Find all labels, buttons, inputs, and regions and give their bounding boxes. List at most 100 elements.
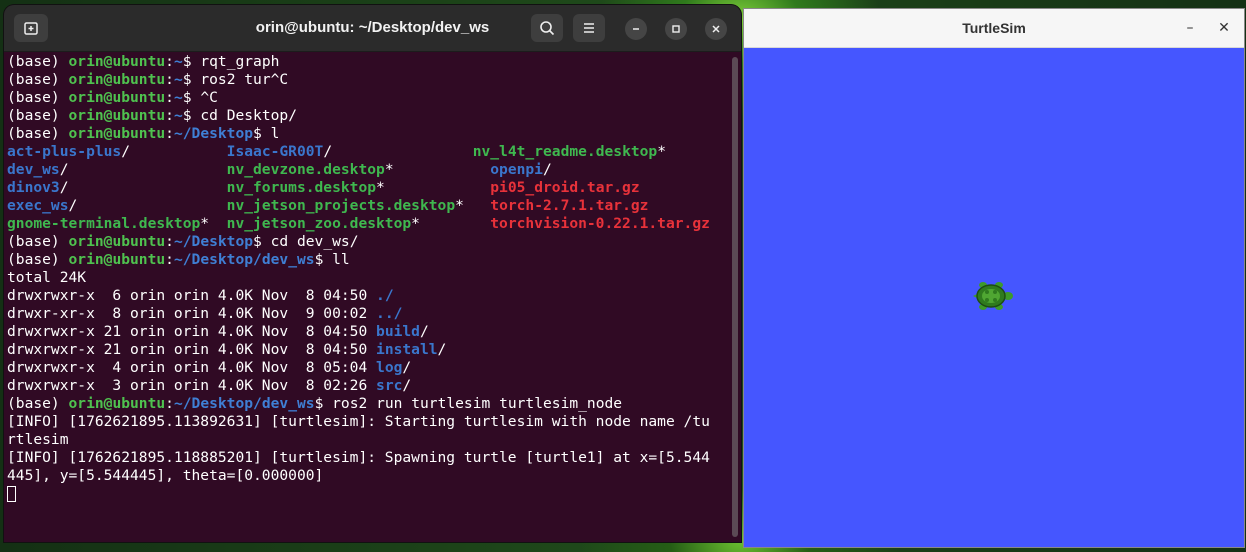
terminal-text: exec_ws [7, 197, 69, 214]
terminal-text: ~/Desktop [173, 125, 254, 142]
turtlesim-title: TurtleSim [962, 20, 1026, 36]
terminal-cursor [7, 486, 16, 502]
new-tab-button[interactable] [14, 14, 48, 42]
terminal-text: rtlesim [7, 431, 69, 448]
maximize-icon [672, 25, 680, 33]
terminal-text: * [384, 161, 491, 178]
terminal-text: Isaac-GR00T [226, 143, 324, 160]
terminal-text: / [402, 377, 412, 394]
terminal-text: dinov3 [7, 179, 60, 196]
terminal-text: orin@ubuntu [68, 71, 166, 88]
terminal-text: : [165, 89, 174, 106]
terminal-text: $ ros2 tur^C [182, 71, 289, 88]
terminal-prompt-line[interactable] [7, 485, 729, 503]
terminal-text: drwxrwxr-x 3 orin orin 4.0K Nov 8 02:26 [7, 377, 377, 394]
terminal-text: $ cd dev_ws/ [253, 233, 359, 250]
terminal-line: drwxrwxr-x 21 orin orin 4.0K Nov 8 04:50… [7, 323, 729, 341]
terminal-line: drwxrwxr-x 21 orin orin 4.0K Nov 8 04:50… [7, 341, 729, 359]
terminal-line: (base) orin@ubuntu:~$ ^C [7, 89, 729, 107]
terminal-text: orin@ubuntu [68, 251, 166, 268]
minimize-icon [633, 28, 639, 30]
terminal-text: ~ [173, 107, 183, 124]
terminal-text: openpi [490, 161, 543, 178]
terminal-text: build [376, 323, 420, 340]
terminal-line: (base) orin@ubuntu:~$ cd Desktop/ [7, 107, 729, 125]
terminal-text: / [121, 143, 227, 160]
terminal-text: orin@ubuntu [68, 107, 166, 124]
search-icon [540, 21, 555, 36]
turtlesim-header-bar[interactable]: TurtleSim – ✕ [744, 9, 1244, 48]
terminal-text: ~ [173, 53, 183, 70]
terminal-text: nv_forums.desktop [226, 179, 377, 196]
terminal-text: orin@ubuntu [68, 53, 166, 70]
terminal-text: ~ [173, 89, 183, 106]
terminal-output[interactable]: (base) orin@ubuntu:~$ rqt_graph (base) or… [7, 53, 729, 539]
terminal-text: (base) [7, 71, 69, 88]
terminal-line: (base) orin@ubuntu:~/Desktop$ cd dev_ws/ [7, 233, 729, 251]
terminal-text: [INFO] [1762621895.118885201] [turtlesim… [7, 449, 710, 466]
terminal-text: drwxrwxr-x 21 orin orin 4.0K Nov 8 04:50 [7, 323, 377, 340]
new-tab-icon [24, 22, 38, 35]
terminal-text: ../ [376, 305, 403, 322]
turtle-icon [973, 282, 1013, 310]
terminal-line: rtlesim [7, 431, 729, 449]
terminal-text: ~ [173, 71, 183, 88]
terminal-text: (base) [7, 125, 69, 142]
close-icon [712, 25, 720, 33]
minimize-button[interactable] [625, 18, 647, 40]
terminal-line: (base) orin@ubuntu:~$ rqt_graph [7, 53, 729, 71]
terminal-text: torchvision-0.22.1.tar.gz [490, 215, 710, 232]
terminal-text: / [437, 341, 447, 358]
terminal-text: : [165, 395, 174, 412]
terminal-text: (base) [7, 53, 69, 70]
terminal-text: orin@ubuntu [68, 125, 166, 142]
terminal-text: nv_jetson_zoo.desktop [226, 215, 412, 232]
terminal-text: torch-2.7.1.tar.gz [490, 197, 649, 214]
terminal-text: : [165, 233, 174, 250]
terminal-line: [INFO] [1762621895.118885201] [turtlesim… [7, 449, 729, 467]
terminal-text: total 24K [7, 269, 87, 286]
terminal-line: drwxrwxr-x 4 orin orin 4.0K Nov 8 05:04 … [7, 359, 729, 377]
terminal-text: : [165, 71, 174, 88]
terminal-line: total 24K [7, 269, 729, 287]
terminal-text: : [165, 125, 174, 142]
terminal-text: src [376, 377, 403, 394]
terminal-text: (base) [7, 107, 69, 124]
terminal-text: drwxr-xr-x 8 orin orin 4.0K Nov 9 00:02 [7, 305, 377, 322]
terminal-text: log [376, 359, 403, 376]
terminal-text: / [68, 197, 227, 214]
terminal-text: * [376, 179, 491, 196]
terminal-text: : [165, 107, 174, 124]
turtlesim-minimize-button[interactable]: – [1180, 18, 1200, 38]
hamburger-menu-icon [584, 23, 594, 33]
terminal-text: $ ll [314, 251, 350, 268]
terminal-text: $ ros2 run turtlesim turtlesim_node [314, 395, 623, 412]
terminal-text: (base) [7, 251, 69, 268]
terminal-text: nv_l4t_readme.desktop [472, 143, 658, 160]
search-button[interactable] [531, 14, 563, 42]
turtlesim-window[interactable]: TurtleSim – ✕ [744, 9, 1244, 547]
terminal-window[interactable]: orin@ubuntu: ~/Desktop/dev_ws (base) ori… [4, 5, 741, 542]
close-button[interactable] [705, 18, 727, 40]
terminal-text: ~/Desktop/dev_ws [173, 395, 315, 412]
terminal-text: / [419, 323, 429, 340]
terminal-header-bar[interactable]: orin@ubuntu: ~/Desktop/dev_ws [4, 5, 741, 52]
turtlesim-canvas [744, 48, 1244, 547]
terminal-line: [INFO] [1762621895.113892631] [turtlesim… [7, 413, 729, 431]
terminal-scrollbar[interactable] [732, 57, 738, 537]
terminal-text: : [165, 53, 174, 70]
maximize-button[interactable] [665, 18, 687, 40]
terminal-text: orin@ubuntu [68, 89, 166, 106]
terminal-text: drwxrwxr-x 6 orin orin 4.0K Nov 8 04:50 [7, 287, 377, 304]
terminal-text: (base) [7, 395, 69, 412]
terminal-line: gnome-terminal.desktop* nv_jetson_zoo.de… [7, 215, 729, 233]
terminal-line: act-plus-plus/ Isaac-GR00T/ nv_l4t_readm… [7, 143, 729, 161]
terminal-line: dev_ws/ nv_devzone.desktop* openpi/ [7, 161, 729, 179]
turtlesim-close-button[interactable]: ✕ [1214, 18, 1234, 38]
menu-button[interactable] [573, 14, 605, 42]
terminal-line: drwxrwxr-x 6 orin orin 4.0K Nov 8 04:50 … [7, 287, 729, 305]
terminal-text: nv_jetson_projects.desktop [226, 197, 456, 214]
terminal-text: / [323, 143, 473, 160]
terminal-line: (base) orin@ubuntu:~$ ros2 tur^C [7, 71, 729, 89]
terminal-text: / [542, 161, 552, 178]
